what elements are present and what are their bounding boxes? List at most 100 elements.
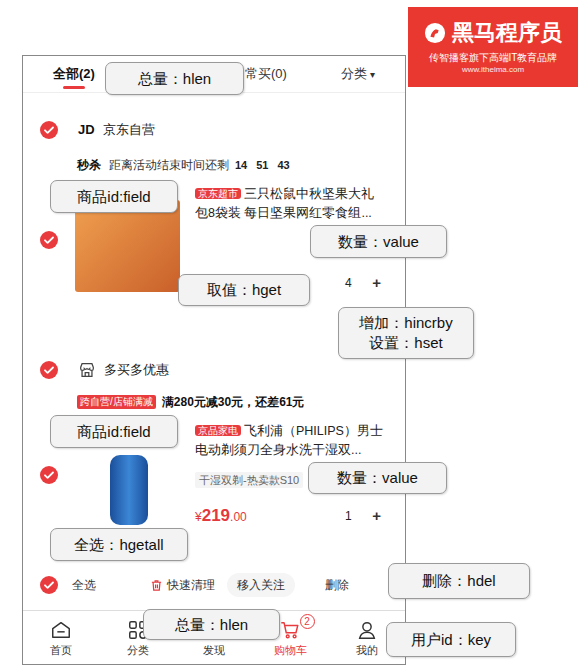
countdown-part: 14 — [235, 157, 247, 174]
nav-label[interactable]: 我的 — [356, 643, 378, 657]
flash-sale-row: 秒杀距离活动结束时间还剩 14 51 43 — [23, 155, 405, 175]
logo-slogan: 传智播客旗下高端IT教育品牌 — [429, 51, 558, 64]
callout-text: 全选：hgetall — [74, 535, 163, 555]
product-title[interactable]: 三只松鼠中秋坚果大礼 — [244, 187, 374, 201]
item-checkbox[interactable] — [40, 466, 58, 484]
filter-label[interactable]: 分类 — [341, 64, 367, 84]
callout-text: 取值：hget — [207, 280, 281, 300]
countdown-part: 43 — [278, 157, 290, 174]
title-line[interactable]: 电动剃须刀全身水洗干湿双... — [195, 441, 397, 460]
logo-title: 黑马程序员 — [424, 19, 562, 47]
product-title[interactable]: 电动剃须刀全身水洗干湿双... — [195, 443, 361, 457]
countdown-part: 51 — [256, 157, 268, 174]
item-checkbox[interactable] — [40, 231, 58, 249]
quantity-stepper: 1+ — [336, 508, 397, 524]
horse-logo-icon — [424, 22, 446, 44]
annotation-callout: 总量：hlen — [105, 62, 244, 95]
shop-name[interactable]: 多买多优惠 — [104, 360, 169, 380]
tab-underline — [63, 86, 85, 89]
shop-header: 多买多优惠 — [23, 357, 405, 383]
callout-text: 数量：value — [337, 468, 418, 488]
product-image[interactable] — [110, 455, 148, 525]
title-line[interactable]: 京品家电飞利浦（PHILIPS）男士 — [195, 422, 397, 441]
phone-screen: 全部(2)常买(0)分类▾JD京东自营秒杀距离活动结束时间还剩145143京东超… — [22, 55, 406, 665]
shop-badge: JD — [78, 120, 95, 140]
promo-row: 跨自营/店铺满减满280元减30元，还差61元 — [23, 392, 405, 412]
logo-url: www.itheima.com — [462, 64, 524, 75]
cart-badge: 2 — [300, 614, 315, 629]
annotation-callout: 全选：hgetall — [50, 528, 188, 561]
caret-icon[interactable]: ▾ — [370, 67, 375, 82]
tab[interactable]: 常买(0) — [245, 59, 287, 89]
annotation-callout: 商品id:field — [50, 415, 178, 448]
select-all-checkbox[interactable] — [40, 576, 58, 594]
product-image[interactable] — [75, 200, 180, 292]
nav-label[interactable]: 发现 — [203, 643, 225, 657]
brand-logo: 黑马程序员传智播客旗下高端IT教育品牌www.itheima.com — [408, 7, 578, 87]
product-title[interactable]: 包8袋装 每日坚果网红零食组... — [195, 206, 372, 220]
annotation-callout: 数量：value — [310, 225, 447, 258]
delete-button[interactable]: 删除 — [325, 576, 349, 594]
follow-button[interactable]: 移入关注 — [227, 573, 295, 597]
home-icon[interactable] — [50, 619, 72, 641]
nav-label[interactable]: 购物车 — [274, 643, 307, 657]
cart-icon[interactable] — [279, 619, 301, 641]
callout-text: 用户id：key — [411, 630, 491, 650]
item-bottom: ¥219.001+ — [195, 506, 397, 526]
quantity-value[interactable]: 1 — [336, 508, 360, 524]
shop-name[interactable]: 京东自营 — [103, 120, 155, 140]
filter-dropdown[interactable]: 分类▾ — [341, 64, 375, 84]
callout-text: 数量：value — [338, 232, 419, 252]
annotation-callout: 增加：hincrby设置：hset — [338, 307, 474, 359]
nav-item[interactable]: 首页 — [23, 611, 99, 664]
annotation-callout: 商品id:field — [50, 180, 178, 213]
tab[interactable]: 全部(2) — [53, 59, 95, 89]
quantity-stepper: 4+ — [336, 275, 397, 291]
select-all-label[interactable]: 全选 — [72, 576, 96, 594]
annotation-callout: 删除：hdel — [388, 563, 530, 599]
product-tag: 京品家电 — [195, 425, 241, 436]
increase-button[interactable]: + — [372, 508, 381, 524]
price-integer: 219 — [202, 506, 230, 526]
price-decimal: .00 — [230, 508, 247, 526]
trash-icon[interactable] — [150, 579, 163, 592]
price: ¥219.00 — [195, 506, 247, 526]
nav-label[interactable]: 分类 — [127, 643, 149, 657]
callout-text: 增加：hincrby — [359, 313, 452, 333]
quantity-value[interactable]: 4 — [336, 275, 360, 291]
promo-text: 满280元减30元，还差61元 — [162, 393, 305, 411]
shop-checkbox[interactable] — [40, 121, 58, 139]
tab-label[interactable]: 常买(0) — [245, 66, 287, 82]
logo-name: 黑马程序员 — [452, 19, 562, 47]
clean-label[interactable]: 快速清理 — [167, 576, 215, 594]
annotation-callout: 用户id：key — [386, 622, 516, 657]
cart-footer: 全选 快速清理移入关注 删除 — [23, 570, 405, 600]
product-spec[interactable]: 干湿双剃-热卖款S10 — [195, 472, 303, 488]
callout-text: 设置：hset — [369, 333, 442, 353]
callout-text: 删除：hdel — [422, 571, 495, 591]
clean-button[interactable]: 快速清理 — [150, 576, 215, 594]
shop-header: JD 京东自营 — [23, 117, 405, 143]
product-tag: 京东超市 — [195, 188, 241, 199]
shop-checkbox[interactable] — [40, 361, 58, 379]
nav-label[interactable]: 首页 — [50, 643, 72, 657]
flash-text: 距离活动结束时间还剩 — [109, 156, 229, 174]
callout-text: 总量：hlen — [138, 69, 211, 89]
increase-button[interactable]: + — [372, 275, 381, 291]
callout-text: 总量：hlen — [175, 615, 248, 635]
slide: 全部(2)常买(0)分类▾JD京东自营秒杀距离活动结束时间还剩145143京东超… — [0, 0, 583, 672]
annotation-callout: 数量：value — [308, 462, 447, 494]
title-line[interactable]: 包8袋装 每日坚果网红零食组... — [195, 204, 397, 223]
countdown: 14 51 43 — [235, 157, 290, 174]
callout-text: 商品id:field — [77, 187, 150, 207]
profile-icon[interactable] — [356, 619, 378, 641]
product-title[interactable]: 飞利浦（PHILIPS）男士 — [244, 424, 383, 438]
annotation-callout: 取值：hget — [178, 274, 310, 306]
title-line[interactable]: 京东超市三只松鼠中秋坚果大礼 — [195, 185, 397, 204]
flash-label: 秒杀 — [77, 156, 101, 174]
tab-label[interactable]: 全部(2) — [53, 66, 95, 82]
shop-icon — [78, 361, 96, 379]
callout-text: 商品id:field — [77, 422, 150, 442]
promo-tag: 跨自营/店铺满减 — [77, 395, 156, 409]
